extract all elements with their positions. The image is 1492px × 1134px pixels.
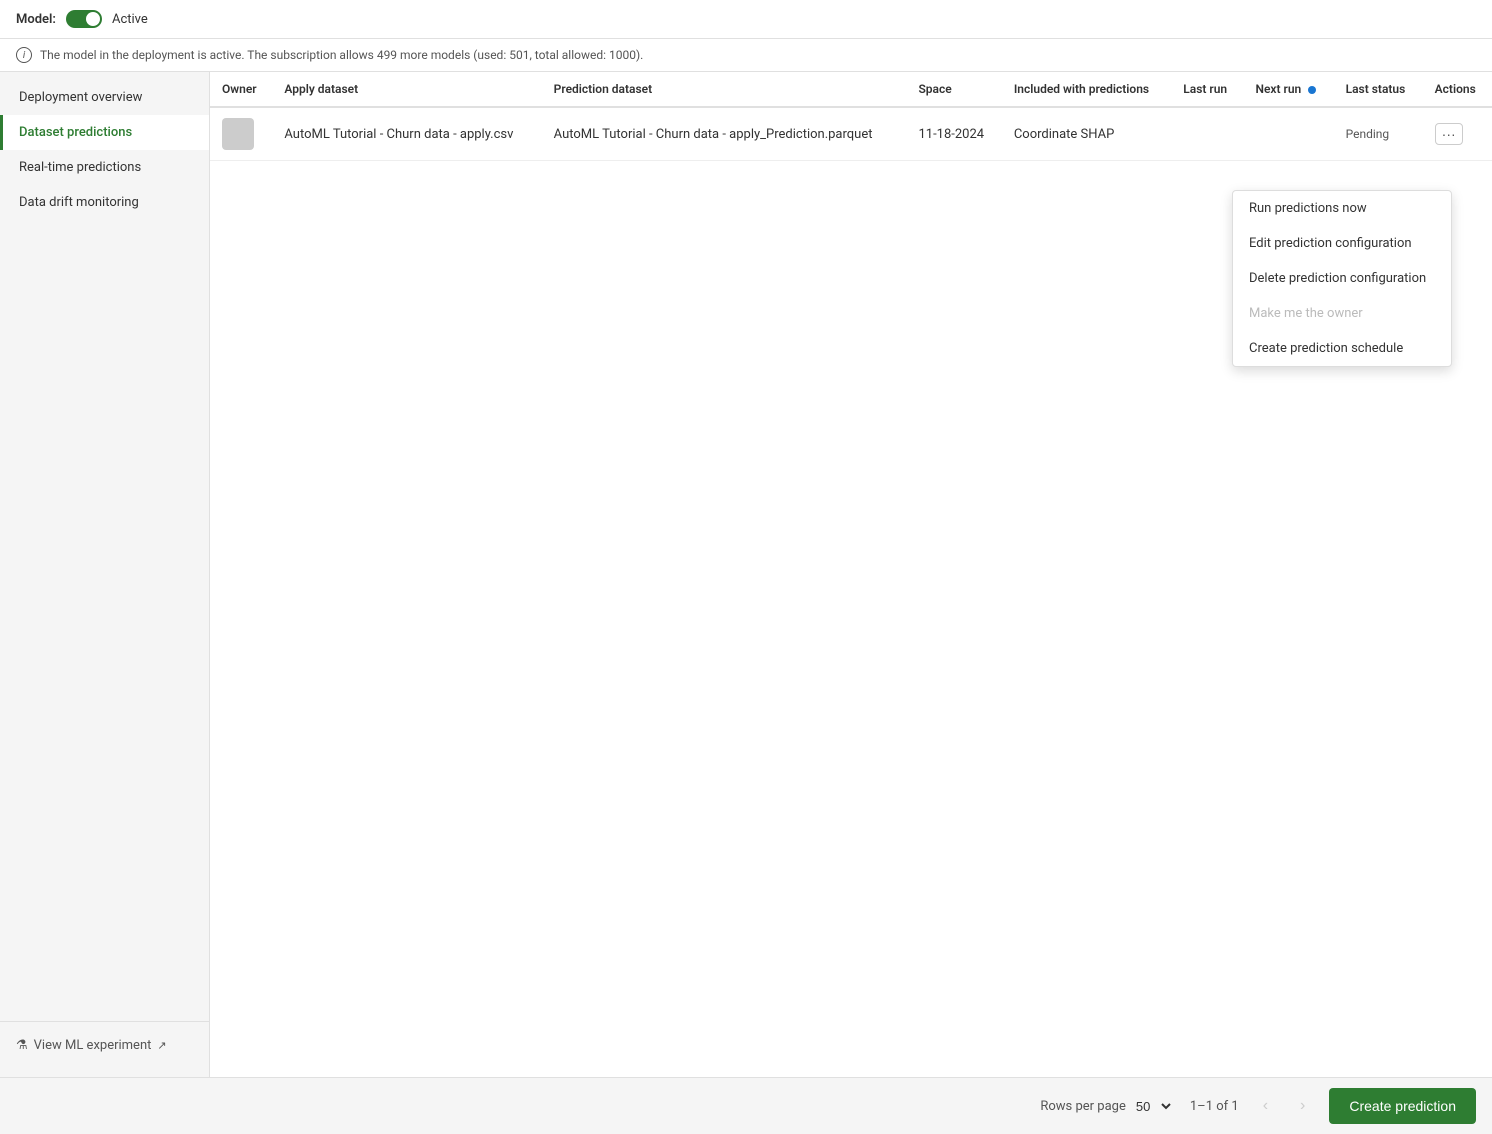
sidebar-bottom: ⚗ View ML experiment ↗ xyxy=(0,1021,209,1069)
toggle-switch[interactable] xyxy=(66,10,102,28)
row-actions-button[interactable]: ··· xyxy=(1435,123,1463,145)
sidebar-item-realtime-predictions[interactable]: Real-time predictions xyxy=(0,150,209,185)
dropdown-make-owner: Make me the owner xyxy=(1233,296,1451,331)
top-bar: Model: Active xyxy=(0,0,1492,39)
rows-per-page-container: Rows per page 50 25 100 xyxy=(1040,1098,1174,1115)
table-container: Owner Apply dataset Prediction dataset S… xyxy=(210,72,1492,161)
bottom-bar: Rows per page 50 25 100 1–1 of 1 ‹ › Cre… xyxy=(0,1077,1492,1134)
sidebar-item-dataset-predictions[interactable]: Dataset predictions xyxy=(0,115,209,150)
table-row: AutoML Tutorial - Churn data - apply.csv… xyxy=(210,107,1492,161)
pagination-prev-button[interactable]: ‹ xyxy=(1255,1093,1276,1119)
next-run-cell xyxy=(1243,107,1333,161)
sidebar: Deployment overview Dataset predictions … xyxy=(0,72,210,1077)
info-message: The model in the deployment is active. T… xyxy=(40,48,643,62)
view-ml-experiment-link[interactable]: ⚗ View ML experiment ↗ xyxy=(16,1038,193,1053)
sidebar-item-deployment-overview[interactable]: Deployment overview xyxy=(0,80,209,115)
content-area: Owner Apply dataset Prediction dataset S… xyxy=(210,72,1492,1077)
actions-dropdown-menu: Run predictions now Edit prediction conf… xyxy=(1232,190,1452,367)
dropdown-run-now[interactable]: Run predictions now xyxy=(1233,191,1451,226)
last-status-cell: Pending xyxy=(1334,107,1423,161)
col-last-status: Last status xyxy=(1334,72,1423,107)
space-cell: 11-18-2024 xyxy=(906,107,1001,161)
col-included-with-predictions: Included with predictions xyxy=(1002,72,1171,107)
included-with-predictions-cell: Coordinate SHAP xyxy=(1002,107,1171,161)
col-actions: Actions xyxy=(1423,72,1492,107)
sidebar-item-data-drift-monitoring[interactable]: Data drift monitoring xyxy=(0,185,209,220)
col-next-run: Next run xyxy=(1243,72,1333,107)
col-owner: Owner xyxy=(210,72,272,107)
col-apply-dataset: Apply dataset xyxy=(272,72,541,107)
owner-cell xyxy=(210,107,272,161)
col-last-run: Last run xyxy=(1171,72,1243,107)
prediction-dataset-cell: AutoML Tutorial - Churn data - apply_Pre… xyxy=(542,107,907,161)
next-run-dot xyxy=(1308,86,1316,94)
last-run-cell xyxy=(1171,107,1243,161)
status-badge: Pending xyxy=(1346,127,1390,141)
dropdown-edit-config[interactable]: Edit prediction configuration xyxy=(1233,226,1451,261)
info-icon: i xyxy=(16,47,32,63)
model-toggle[interactable] xyxy=(66,10,102,28)
flask-icon: ⚗ xyxy=(16,1038,28,1053)
pagination-info: 1–1 of 1 xyxy=(1190,1099,1239,1114)
owner-avatar xyxy=(222,118,254,150)
actions-cell: ··· xyxy=(1423,107,1492,161)
rows-per-page-label: Rows per page xyxy=(1040,1099,1126,1114)
create-prediction-button[interactable]: Create prediction xyxy=(1329,1088,1476,1124)
sidebar-nav: Deployment overview Dataset predictions … xyxy=(0,80,209,1021)
col-space: Space xyxy=(906,72,1001,107)
model-status: Active xyxy=(112,12,148,27)
apply-dataset-cell: AutoML Tutorial - Churn data - apply.csv xyxy=(272,107,541,161)
info-bar: i The model in the deployment is active.… xyxy=(0,39,1492,72)
main-content: Deployment overview Dataset predictions … xyxy=(0,72,1492,1077)
col-prediction-dataset: Prediction dataset xyxy=(542,72,907,107)
external-link-icon: ↗ xyxy=(157,1039,166,1052)
dropdown-delete-config[interactable]: Delete prediction configuration xyxy=(1233,261,1451,296)
model-label: Model: xyxy=(16,12,56,27)
view-ml-label: View ML experiment xyxy=(34,1038,152,1053)
predictions-table: Owner Apply dataset Prediction dataset S… xyxy=(210,72,1492,161)
rows-per-page-select[interactable]: 50 25 100 xyxy=(1132,1098,1174,1115)
pagination-next-button[interactable]: › xyxy=(1292,1093,1313,1119)
dropdown-create-schedule[interactable]: Create prediction schedule xyxy=(1233,331,1451,366)
